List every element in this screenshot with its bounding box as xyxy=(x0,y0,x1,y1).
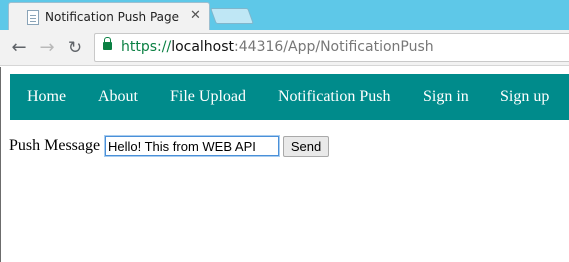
nav-notification-push-link[interactable]: Notification Push xyxy=(278,88,390,106)
url-scheme: https:// xyxy=(121,39,172,55)
nav-sign-in-link[interactable]: Sign in xyxy=(423,88,469,106)
browser-tab-strip: Notification Push Page ✕ xyxy=(0,0,569,32)
push-message-label: Push Message xyxy=(9,137,101,154)
url-path: :44316/App/NotificationPush xyxy=(234,39,434,55)
nav-about-link[interactable]: About xyxy=(98,88,138,106)
page-viewport: Home About File Upload Notification Push… xyxy=(0,67,569,262)
lock-icon xyxy=(103,37,112,50)
browser-tab[interactable]: Notification Push Page ✕ xyxy=(8,2,210,32)
back-arrow-icon[interactable]: ← xyxy=(8,37,30,59)
browser-toolbar: ← → ↻ https://localhost:44316/App/Notifi… xyxy=(0,30,569,66)
close-icon[interactable]: ✕ xyxy=(190,9,201,23)
site-navbar: Home About File Upload Notification Push… xyxy=(10,74,569,120)
nav-sign-up-link[interactable]: Sign up xyxy=(500,88,549,106)
forward-arrow-icon[interactable]: → xyxy=(36,37,58,59)
tab-title: Notification Push Page xyxy=(45,10,180,24)
nav-file-upload-link[interactable]: File Upload xyxy=(170,88,246,106)
url-host: localhost xyxy=(171,39,235,55)
new-tab-button[interactable] xyxy=(210,8,254,24)
page-favicon-icon xyxy=(27,10,39,25)
nav-home-link[interactable]: Home xyxy=(27,88,66,106)
send-button[interactable]: Send xyxy=(283,136,329,157)
push-message-input[interactable] xyxy=(105,136,279,156)
url-text[interactable]: https://localhost:44316/App/Notification… xyxy=(121,39,434,55)
address-bar[interactable]: https://localhost:44316/App/Notification… xyxy=(94,33,569,62)
reload-icon[interactable]: ↻ xyxy=(64,37,86,59)
